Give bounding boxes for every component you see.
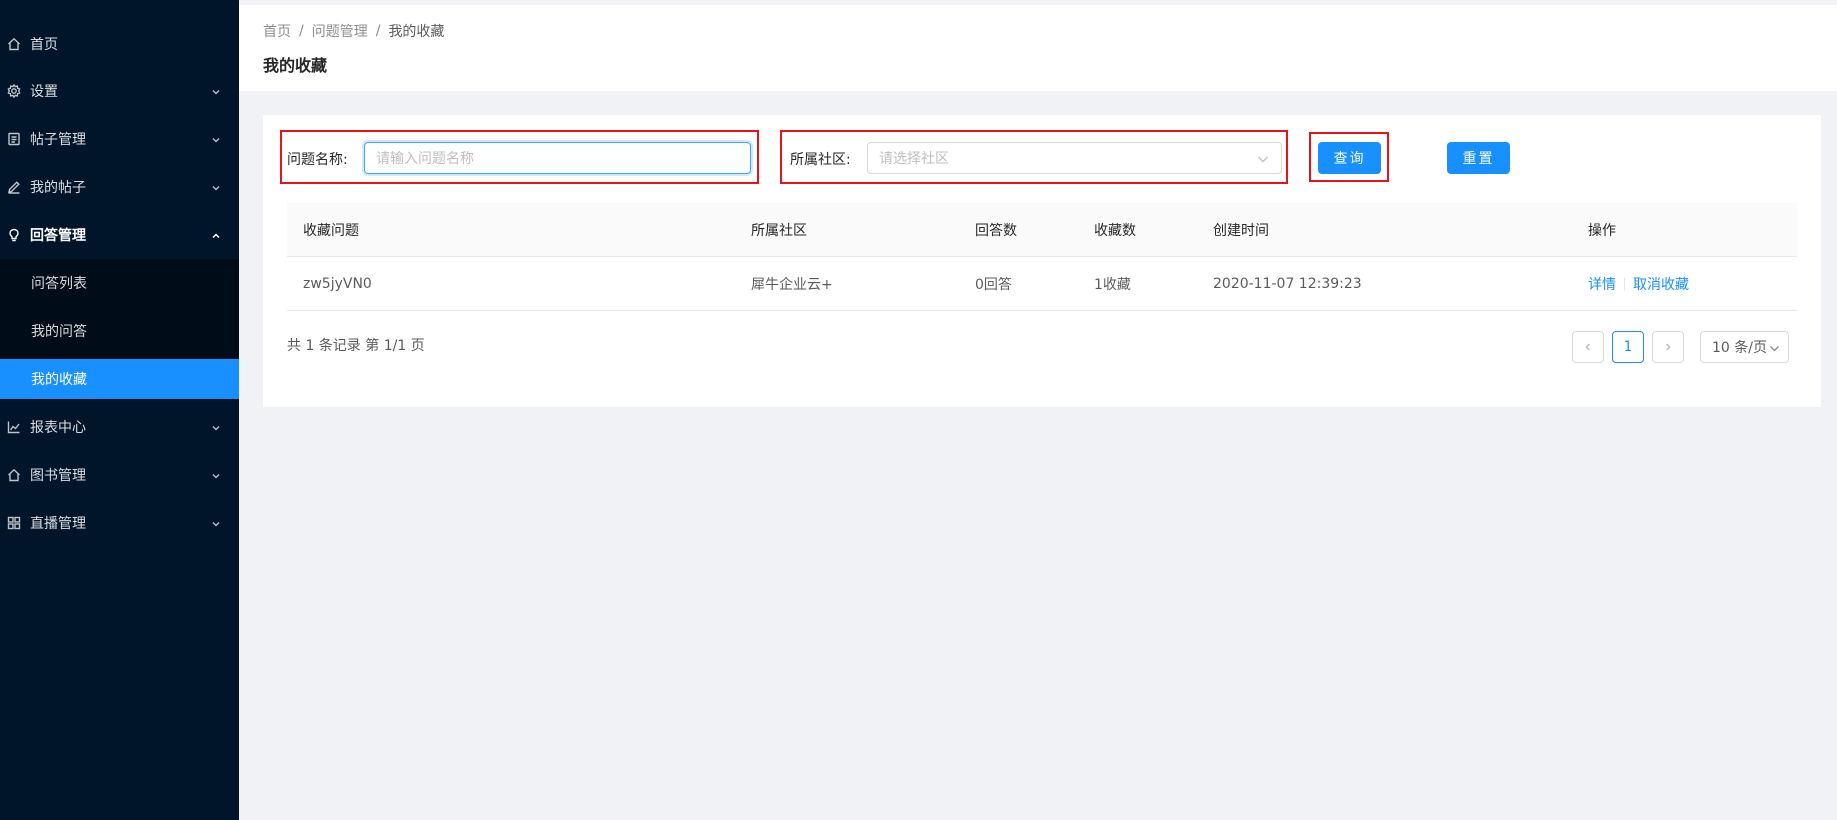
reset-button[interactable]: 重置 [1447,142,1510,174]
sidebar-item-books[interactable]: 图书管理 [0,455,239,495]
community-select[interactable]: 请选择社区 [867,142,1282,174]
breadcrumb-separator: / [375,23,381,39]
sidebar-item-label: 我的帖子 [30,180,86,196]
question-name-input[interactable]: 请输入问题名称 [364,142,751,174]
sidebar-item-answers[interactable]: 回答管理 [0,215,239,255]
home-icon [7,37,21,51]
pagination-summary: 共 1 条记录 第 1/1 页 [287,338,425,354]
column-header: 回答数 [975,223,1017,239]
community-label: 所属社区: [790,152,851,168]
sidebar-item-my-posts[interactable]: 我的帖子 [0,167,239,207]
breadcrumb-separator: / [299,23,304,39]
detail-link[interactable]: 详情 [1588,274,1616,294]
cell-answers: 0回答 [975,277,1012,293]
gear-icon [7,84,21,98]
community-placeholder: 请选择社区 [879,151,949,167]
sidebar-item-settings[interactable]: 设置 [0,71,239,111]
sidebar-item-live[interactable]: 直播管理 [0,503,239,543]
chevron-down-icon [211,181,221,191]
sidebar-item-home[interactable]: 首页 [0,24,239,64]
chevron-left-icon [1585,343,1591,351]
chevron-right-icon [1665,343,1671,351]
column-header: 操作 [1588,223,1616,239]
query-button[interactable]: 查询 [1318,142,1381,174]
sidebar-subitem-qa-list[interactable]: 问答列表 [0,263,239,303]
sidebar-subitem-label: 问答列表 [31,276,87,292]
page-title: 我的收藏 [263,56,328,75]
sidebar-item-label: 首页 [30,37,58,53]
table-header: 收藏问题 所属社区 回答数 收藏数 创建时间 操作 [287,203,1797,257]
cell-community: 犀牛企业云+ [751,277,833,293]
table-row: zw5jyVN0 犀牛企业云+ 0回答 1收藏 2020-11-07 12:39… [287,257,1797,311]
action-divider [1624,277,1625,291]
file-text-icon [7,132,21,146]
breadcrumb-current: 我的收藏 [388,24,445,40]
sidebar-item-posts[interactable]: 帖子管理 [0,119,239,159]
column-header: 收藏数 [1094,223,1136,239]
sidebar-subitem-label: 我的收藏 [31,372,87,388]
appstore-icon [7,516,21,530]
cell-question: zw5jyVN0 [303,276,372,292]
chevron-up-icon [211,229,221,239]
column-header: 收藏问题 [303,223,359,239]
page-number-button[interactable]: 1 [1612,331,1644,363]
sidebar-item-reports[interactable]: 报表中心 [0,407,239,447]
cancel-favorite-link[interactable]: 取消收藏 [1633,274,1689,294]
column-header: 所属社区 [751,223,807,239]
chevron-down-icon [1769,342,1780,353]
page-size-select[interactable]: 10 条/页 [1700,331,1789,363]
sidebar-item-label: 报表中心 [30,420,86,436]
page-size-value: 10 条/页 [1712,340,1767,356]
breadcrumb-home[interactable]: 首页 [263,21,291,41]
bulb-icon [7,228,21,242]
sidebar-item-label: 设置 [30,84,58,100]
sidebar-item-label: 回答管理 [30,228,86,244]
chevron-down-icon [211,517,221,527]
line-chart-icon [7,420,21,434]
sidebar: 首页 设置 帖子管理 我的帖子 回答管理 问答列表 我的问答 我的收藏 报表中心… [0,0,239,820]
prev-page-button[interactable] [1572,331,1604,363]
page-header: 首页 / 问题管理 / 我的收藏 我的收藏 [239,5,1837,91]
breadcrumb: 首页 / 问题管理 / 我的收藏 [263,21,444,41]
cell-favorites: 1收藏 [1094,277,1131,293]
sidebar-item-label: 图书管理 [30,468,86,484]
chevron-down-icon [211,421,221,431]
cell-actions: 详情 取消收藏 [1588,257,1689,311]
column-header: 创建时间 [1213,223,1269,239]
sidebar-subitem-my-favorites[interactable]: 我的收藏 [0,359,239,399]
chevron-down-icon [1257,153,1269,165]
sidebar-item-label: 直播管理 [30,516,86,532]
breadcrumb-question-mgmt[interactable]: 问题管理 [312,21,368,41]
next-page-button[interactable] [1652,331,1684,363]
sidebar-item-label: 帖子管理 [30,132,86,148]
home-icon [7,468,21,482]
chevron-down-icon [211,133,221,143]
chevron-down-icon [211,85,221,95]
question-name-placeholder: 请输入问题名称 [376,151,474,167]
sidebar-subitem-label: 我的问答 [31,324,87,340]
cell-created: 2020-11-07 12:39:23 [1213,276,1362,292]
chevron-down-icon [211,469,221,479]
sidebar-subitem-my-qa[interactable]: 我的问答 [0,311,239,351]
edit-icon [7,180,21,194]
question-name-label: 问题名称: [287,152,348,168]
content-card: 问题名称: 请输入问题名称 所属社区: 请选择社区 查询 重置 收藏问题 所属社… [263,115,1821,407]
